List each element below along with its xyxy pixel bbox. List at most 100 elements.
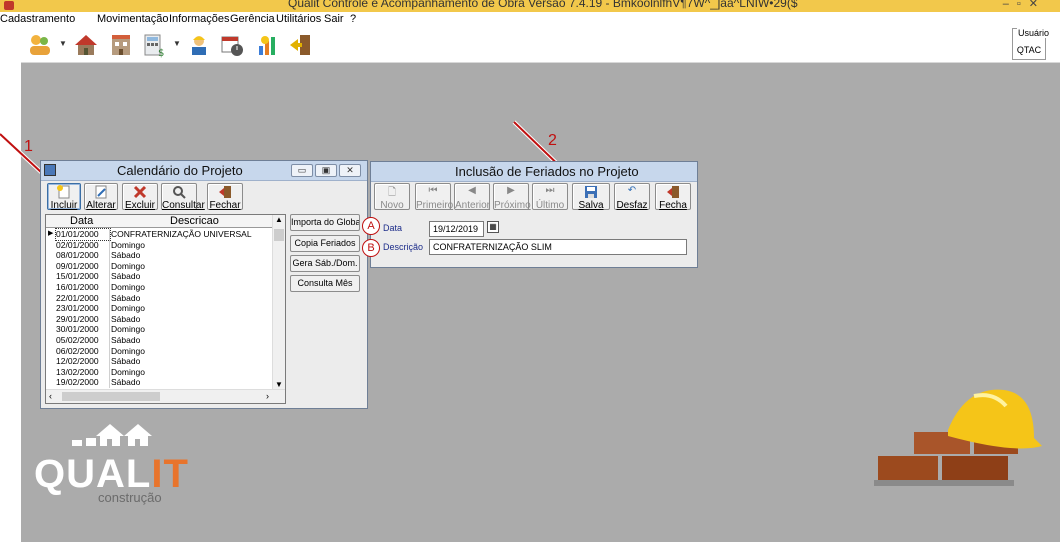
window-title: Qualit Controle e Acompanhamento de Obra… — [288, 0, 798, 10]
fecha-button[interactable]: Fecha — [655, 183, 691, 211]
title-bar: Qualit Controle e Acompanhamento de Obra… — [0, 0, 1060, 12]
table-row[interactable]: 23/01/2000 Domingo — [46, 303, 272, 314]
dropdown-arrow-icon[interactable]: ▼ — [173, 39, 181, 48]
menu-informacoes[interactable]: Informações — [169, 13, 230, 25]
ultimo-button[interactable]: ⏭ Último — [532, 183, 568, 211]
table-row[interactable]: ▶ 01/01/2000 CONFRATERNIZAÇÃO UNIVERSAL — [46, 228, 272, 241]
primeiro-button[interactable]: ⏮ Primeiro — [415, 183, 453, 211]
excluir-button[interactable]: Excluir — [122, 183, 158, 211]
proximo-button[interactable]: ▶ Próximo — [493, 183, 531, 211]
cell-description[interactable]: Sábado — [111, 335, 140, 346]
novo-button[interactable]: 🗋 Novo — [374, 183, 410, 211]
importa-global-button[interactable]: Importa do Global — [290, 214, 360, 231]
table-row[interactable]: 22/01/2000 Sábado — [46, 292, 272, 304]
cell-date[interactable]: 29/01/2000 — [56, 313, 110, 325]
menu-help[interactable]: ? — [350, 13, 356, 25]
column-data[interactable]: Data — [70, 215, 93, 227]
menu-movimentacao[interactable]: Movimentação — [97, 13, 169, 25]
table-row[interactable]: 16/01/2000 Domingo — [46, 282, 272, 293]
cell-description[interactable]: CONFRATERNIZAÇÃO UNIVERSAL — [111, 229, 252, 240]
table-row[interactable]: 30/01/2000 Domingo — [46, 324, 272, 335]
cell-date[interactable]: 13/02/2000 — [56, 366, 110, 378]
scroll-left-icon[interactable]: ‹ — [49, 391, 52, 401]
cell-description[interactable]: Sábado — [111, 271, 140, 282]
house-icon[interactable] — [71, 31, 101, 59]
column-descricao[interactable]: Descricao — [170, 215, 219, 227]
consultar-button[interactable]: Consultar — [161, 183, 205, 211]
cell-description[interactable]: Sábado — [111, 356, 140, 367]
exit-icon[interactable] — [286, 31, 316, 59]
alterar-button[interactable]: Alterar — [84, 183, 118, 211]
incluir-button[interactable]: Incluir — [47, 183, 81, 211]
cell-description[interactable]: Sábado — [111, 250, 140, 261]
descricao-field[interactable]: CONFRATERNIZAÇÃO SLIM — [429, 239, 687, 255]
consulta-mes-button[interactable]: Consulta Mês — [290, 275, 360, 292]
horizontal-scrollbar[interactable]: ‹ › — [46, 389, 285, 403]
table-row[interactable]: 02/01/2000 Domingo — [46, 239, 272, 251]
calculator-icon[interactable]: $ — [138, 31, 168, 59]
cell-date[interactable]: 09/01/2000 — [56, 260, 110, 272]
close-button[interactable]: ✕ — [339, 164, 361, 177]
cell-date[interactable]: 02/01/2000 — [56, 239, 110, 251]
menu-utilitarios[interactable]: Utilitários — [276, 13, 321, 25]
cell-date[interactable]: 16/01/2000 — [56, 282, 110, 293]
desfaz-button[interactable]: ↶ Desfaz — [614, 183, 650, 211]
restore-button[interactable]: ▣ — [315, 164, 337, 177]
cell-date[interactable]: 08/01/2000 — [56, 250, 110, 261]
cell-date[interactable]: 01/01/2000 — [55, 228, 111, 241]
cell-date[interactable]: 30/01/2000 — [56, 324, 110, 335]
cell-date[interactable]: 22/01/2000 — [56, 292, 110, 304]
cell-date[interactable]: 15/01/2000 — [56, 271, 110, 282]
cell-description[interactable]: Domingo — [111, 282, 145, 293]
calendar-picker-icon[interactable]: ▦ — [487, 221, 499, 233]
menu-cadastramento[interactable]: Cadastramento — [0, 13, 75, 25]
cell-date[interactable]: 23/01/2000 — [56, 303, 110, 314]
dropdown-arrow-icon[interactable]: ▼ — [59, 39, 67, 48]
table-row[interactable]: 15/01/2000 Sábado — [46, 271, 272, 282]
worker-icon[interactable] — [184, 31, 214, 59]
gera-sab-dom-button[interactable]: Gera Sáb./Dom. — [290, 255, 360, 272]
scroll-thumb[interactable] — [62, 392, 160, 401]
vertical-scrollbar[interactable]: ▲ ▼ — [272, 215, 285, 389]
table-row[interactable]: 13/02/2000 Domingo — [46, 366, 272, 378]
menu-sair[interactable]: Sair — [324, 13, 344, 25]
people-icon[interactable] — [25, 31, 55, 59]
fechar-button[interactable]: Fechar — [207, 183, 243, 211]
scroll-thumb[interactable] — [274, 229, 284, 241]
cell-date[interactable]: 19/02/2000 — [56, 377, 110, 388]
cell-description[interactable]: Domingo — [111, 261, 145, 272]
table-row[interactable]: 19/02/2000 Sábado — [46, 377, 272, 388]
data-field[interactable]: 19/12/2019 — [429, 221, 484, 237]
anterior-button[interactable]: ◀ Anterior — [454, 183, 490, 211]
table-row[interactable]: 29/01/2000 Sábado — [46, 313, 272, 325]
cell-description[interactable]: Sábado — [111, 293, 140, 304]
minimize-button[interactable]: ▭ — [291, 164, 313, 177]
cell-description[interactable]: Sábado — [111, 314, 140, 325]
building-icon[interactable] — [106, 31, 136, 59]
cell-description[interactable]: Domingo — [111, 367, 145, 378]
table-row[interactable]: 08/01/2000 Sábado — [46, 250, 272, 261]
table-row[interactable]: 06/02/2000 Domingo — [46, 345, 272, 357]
cell-date[interactable]: 05/02/2000 — [56, 335, 110, 346]
cell-description[interactable]: Domingo — [111, 346, 145, 357]
cell-date[interactable]: 12/02/2000 — [56, 356, 110, 367]
table-row[interactable]: 09/01/2000 Domingo — [46, 260, 272, 272]
window-controls[interactable]: –▫✕ — [1003, 0, 1046, 10]
scroll-right-icon[interactable]: › — [266, 391, 269, 401]
cell-description[interactable]: Sábado — [111, 377, 140, 388]
chart-icon[interactable] — [253, 31, 283, 59]
table-row[interactable]: 05/02/2000 Sábado — [46, 335, 272, 346]
scroll-up-icon[interactable]: ▲ — [275, 215, 283, 224]
calendar-grid[interactable]: Data Descricao ▶ 01/01/2000 CONFRATERNIZAÇ… — [45, 214, 286, 404]
calendar-clock-icon[interactable] — [217, 31, 247, 59]
descricao-label: Descrição — [383, 242, 424, 252]
cell-description[interactable]: Domingo — [111, 240, 145, 251]
salva-button[interactable]: Salva — [572, 183, 610, 211]
cell-date[interactable]: 06/02/2000 — [56, 345, 110, 357]
scroll-down-icon[interactable]: ▼ — [275, 380, 283, 389]
menu-gerencia[interactable]: Gerência — [230, 13, 275, 25]
cell-description[interactable]: Domingo — [111, 303, 145, 314]
cell-description[interactable]: Domingo — [111, 324, 145, 335]
copia-feriados-button[interactable]: Copia Feriados — [290, 235, 360, 252]
table-row[interactable]: 12/02/2000 Sábado — [46, 356, 272, 367]
